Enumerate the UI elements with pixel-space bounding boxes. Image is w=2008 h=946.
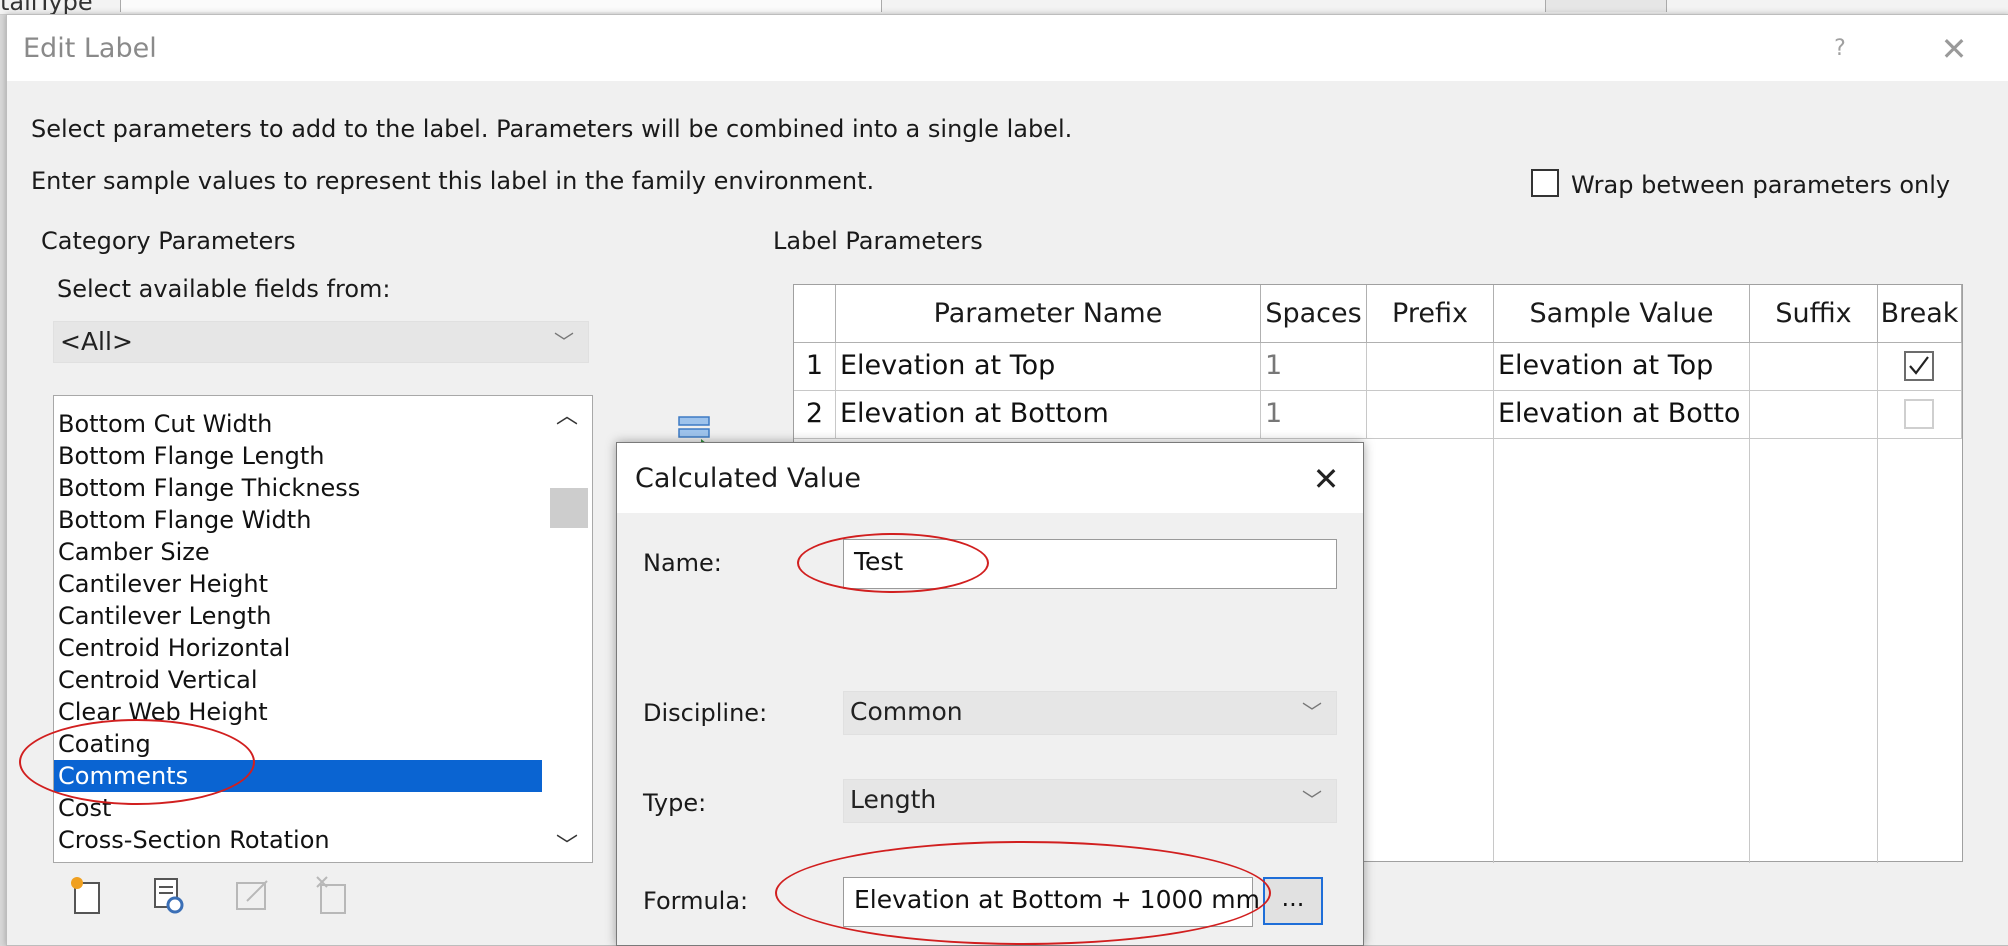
wrap-between-parameters-label: Wrap between parameters only bbox=[1571, 171, 1951, 199]
col-header-parameter-name[interactable]: Parameter Name bbox=[836, 285, 1261, 343]
prefix-cell[interactable] bbox=[1367, 343, 1494, 391]
type-label: Type: bbox=[643, 789, 707, 817]
list-item[interactable]: Centroid Vertical bbox=[54, 664, 542, 696]
col-header-suffix[interactable]: Suffix bbox=[1750, 285, 1878, 343]
fields-from-value: <All> bbox=[60, 327, 133, 356]
list-item[interactable]: Cantilever Length bbox=[54, 600, 542, 632]
sub-dialog-close-button[interactable]: ✕ bbox=[1301, 457, 1351, 501]
list-item[interactable]: Cross-Section Rotation bbox=[54, 824, 542, 856]
formula-browse-button[interactable]: ... bbox=[1263, 877, 1323, 925]
label-parameters-heading: Label Parameters bbox=[773, 227, 983, 255]
close-button[interactable]: ✕ bbox=[1929, 27, 1979, 71]
suffix-cell[interactable] bbox=[1750, 343, 1878, 391]
calculated-value-dialog: Calculated Value ✕ Name: Test Discipline… bbox=[616, 442, 1364, 946]
col-header-spaces[interactable]: Spaces bbox=[1261, 285, 1367, 343]
grid-line bbox=[1749, 343, 1750, 863]
sub-dialog-title: Calculated Value bbox=[635, 463, 861, 494]
parameter-name-cell[interactable]: Elevation at Top bbox=[836, 343, 1261, 391]
row-number: 2 bbox=[794, 391, 836, 439]
category-parameters-heading: Category Parameters bbox=[41, 227, 296, 255]
break-checkbox[interactable] bbox=[1904, 399, 1934, 429]
list-item[interactable]: Bottom Flange Length bbox=[54, 440, 542, 472]
discipline-label: Discipline: bbox=[643, 699, 768, 727]
dialog-title: Edit Label bbox=[23, 33, 157, 64]
list-item[interactable]: Cantilever Height bbox=[54, 568, 542, 600]
checkmark-icon bbox=[1909, 356, 1929, 375]
list-item[interactable]: Centroid Horizontal bbox=[54, 632, 542, 664]
row-number: 1 bbox=[794, 343, 836, 391]
suffix-cell[interactable] bbox=[1750, 391, 1878, 439]
formula-label: Formula: bbox=[643, 887, 749, 915]
col-header-sample-value[interactable]: Sample Value bbox=[1494, 285, 1750, 343]
chevron-down-icon[interactable]: ﹀ bbox=[542, 828, 592, 859]
grid-line bbox=[1877, 343, 1878, 863]
wrap-between-parameters-checkbox[interactable] bbox=[1531, 169, 1559, 197]
chevron-up-icon[interactable]: ︿ bbox=[542, 398, 592, 429]
scrollbar-thumb[interactable] bbox=[550, 488, 588, 528]
fields-from-dropdown[interactable]: <All> ﹀ bbox=[53, 321, 589, 363]
annotation-ellipse bbox=[797, 533, 989, 593]
new-parameter-icon[interactable] bbox=[67, 875, 107, 915]
annotation-ellipse bbox=[19, 719, 255, 805]
spaces-cell[interactable]: 1 bbox=[1261, 343, 1367, 391]
list-item[interactable]: Bottom Flange Width bbox=[54, 504, 542, 536]
sample-value-cell[interactable]: Elevation at Top bbox=[1494, 343, 1750, 391]
rename-parameter-icon bbox=[233, 875, 273, 915]
break-checkbox-checked[interactable] bbox=[1904, 351, 1934, 381]
col-header-prefix[interactable]: Prefix bbox=[1367, 285, 1494, 343]
list-item[interactable]: Camber Size bbox=[54, 536, 542, 568]
list-item[interactable]: Bottom Flange Thickness bbox=[54, 472, 542, 504]
edit-parameter-icon[interactable] bbox=[149, 875, 189, 915]
background-button bbox=[1545, 0, 1667, 12]
row-header-corner bbox=[794, 285, 836, 343]
spaces-cell[interactable]: 1 bbox=[1261, 391, 1367, 439]
chevron-down-icon: ﹀ bbox=[1302, 700, 1322, 724]
name-label: Name: bbox=[643, 549, 722, 577]
chevron-down-icon: ﹀ bbox=[554, 330, 574, 354]
sub-dialog-titlebar: Calculated Value ✕ bbox=[617, 443, 1363, 513]
annotation-ellipse bbox=[775, 841, 1271, 945]
sample-value-cell[interactable]: Elevation at Botto bbox=[1494, 391, 1750, 439]
chevron-down-icon: ﹀ bbox=[1302, 788, 1322, 812]
list-item[interactable]: Bottom Cut Width bbox=[54, 408, 542, 440]
instruction-text-1: Select parameters to add to the label. P… bbox=[31, 115, 1073, 143]
type-dropdown[interactable]: Length ﹀ bbox=[843, 779, 1337, 823]
background-field bbox=[120, 0, 882, 12]
dialog-titlebar: Edit Label ? ✕ bbox=[7, 15, 2008, 81]
grid-line bbox=[1493, 343, 1494, 863]
prefix-cell[interactable] bbox=[1367, 391, 1494, 439]
discipline-dropdown[interactable]: Common ﹀ bbox=[843, 691, 1337, 735]
fields-from-label: Select available fields from: bbox=[57, 275, 391, 303]
discipline-value: Common bbox=[850, 697, 963, 726]
instruction-text-2: Enter sample values to represent this la… bbox=[31, 167, 875, 195]
parameter-name-cell[interactable]: Elevation at Bottom bbox=[836, 391, 1261, 439]
col-header-break[interactable]: Break bbox=[1878, 285, 1962, 343]
type-value: Length bbox=[850, 785, 937, 814]
delete-parameter-icon bbox=[313, 875, 353, 915]
list-scrollbar[interactable]: ︿ ﹀ bbox=[542, 396, 592, 862]
help-button[interactable]: ? bbox=[1815, 31, 1865, 67]
